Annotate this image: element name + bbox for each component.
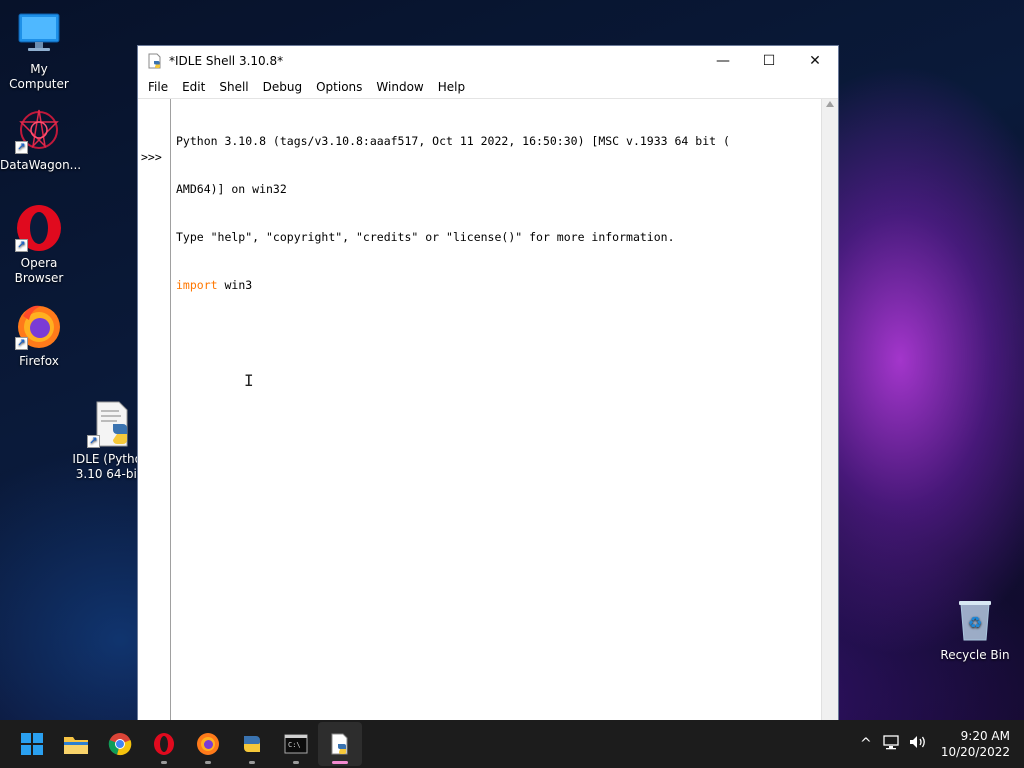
chrome-icon xyxy=(108,733,132,756)
monitor-icon xyxy=(15,10,63,58)
menu-shell[interactable]: Shell xyxy=(212,76,255,98)
volume-icon[interactable] xyxy=(905,734,931,754)
idle-app-icon xyxy=(147,53,163,69)
show-hidden-icons-chevron-icon[interactable]: ^ xyxy=(853,736,879,752)
shortcut-arrow-icon: ↗ xyxy=(15,337,28,350)
firefox-icon: ↗ xyxy=(15,302,63,350)
python-file-icon: ↗ xyxy=(87,400,135,448)
menu-window[interactable]: Window xyxy=(369,76,430,98)
desktop-icon-label: DataWagon... xyxy=(0,158,82,172)
desktop-icon-firefox[interactable]: ↗ Firefox xyxy=(0,302,78,369)
running-indicator xyxy=(249,761,255,764)
close-button[interactable]: ✕ xyxy=(792,46,838,76)
taskbar-terminal[interactable]: C:\ xyxy=(274,722,318,766)
desktop-icon-my-computer[interactable]: My Computer xyxy=(0,10,78,92)
opera-icon xyxy=(154,733,174,755)
recycle-bin-icon: ♻ xyxy=(951,596,999,644)
datawagon-logo-icon: ↗ xyxy=(15,106,63,154)
text-cursor-icon: I xyxy=(244,371,254,390)
shortcut-arrow-icon: ↗ xyxy=(15,141,28,154)
running-indicator xyxy=(161,761,167,764)
banner-line: Python 3.10.8 (tags/v3.10.8:aaaf517, Oct… xyxy=(176,134,730,148)
taskbar-opera[interactable] xyxy=(142,722,186,766)
input-text: win3 xyxy=(217,278,253,292)
shortcut-arrow-icon: ↗ xyxy=(87,435,100,448)
idle-app-icon xyxy=(331,733,348,755)
input-line[interactable]: import win3 xyxy=(176,277,816,293)
keyword-import: import xyxy=(176,278,218,292)
clock[interactable]: 9:20 AM 10/20/2022 xyxy=(941,728,1010,760)
folder-icon xyxy=(64,737,88,754)
menu-file[interactable]: File xyxy=(141,76,175,98)
taskbar-file-explorer[interactable] xyxy=(54,722,98,766)
maximize-button[interactable]: ☐ xyxy=(746,46,792,76)
banner-line: Type "help", "copyright", "credits" or "… xyxy=(176,230,675,244)
active-indicator xyxy=(332,761,348,764)
menu-help[interactable]: Help xyxy=(431,76,472,98)
shell-editor[interactable]: >>> Python 3.10.8 (tags/v3.10.8:aaaf517,… xyxy=(138,98,838,720)
menu-bar: File Edit Shell Debug Options Window Hel… xyxy=(138,76,838,98)
windows-logo-icon xyxy=(21,733,43,755)
taskbar-python[interactable] xyxy=(230,722,274,766)
shell-prompt: >>> xyxy=(141,150,162,164)
vertical-scrollbar[interactable] xyxy=(821,99,838,720)
running-indicator xyxy=(293,761,299,764)
clock-time: 9:20 AM xyxy=(960,729,1010,743)
start-button[interactable] xyxy=(10,722,54,766)
taskbar-firefox[interactable] xyxy=(186,722,230,766)
terminal-icon: C:\ xyxy=(284,734,308,754)
title-bar[interactable]: *IDLE Shell 3.10.8* — ☐ ✕ xyxy=(138,46,838,76)
svg-text:♻: ♻ xyxy=(968,613,982,632)
idle-shell-window[interactable]: *IDLE Shell 3.10.8* — ☐ ✕ File Edit Shel… xyxy=(137,45,839,721)
system-tray: ^ 9:20 AM 10/20/2022 xyxy=(853,728,1024,760)
desktop-icon-label: My Computer xyxy=(9,62,69,91)
network-icon[interactable] xyxy=(879,734,905,754)
clock-date: 10/20/2022 xyxy=(940,745,1010,759)
banner-line: AMD64)] on win32 xyxy=(176,182,287,196)
minimize-button[interactable]: — xyxy=(700,46,746,76)
menu-debug[interactable]: Debug xyxy=(256,76,309,98)
taskbar-chrome[interactable] xyxy=(98,722,142,766)
python-icon xyxy=(244,736,260,752)
firefox-icon xyxy=(197,733,219,755)
desktop-icon-opera[interactable]: ↗ Opera Browser xyxy=(0,204,78,286)
taskbar: C:\ ^ 9:20 AM 10/20/2022 xyxy=(0,720,1024,768)
scroll-up-arrow-icon[interactable] xyxy=(826,101,834,107)
running-indicator xyxy=(205,761,211,764)
desktop-icon-datawagon[interactable]: ↗ DataWagon... xyxy=(0,106,82,173)
desktop-icon-recycle-bin[interactable]: ♻ Recycle Bin xyxy=(936,596,1014,663)
desktop-icon-label: Recycle Bin xyxy=(940,648,1010,662)
shell-text-area[interactable]: Python 3.10.8 (tags/v3.10.8:aaaf517, Oct… xyxy=(171,99,821,720)
svg-text:C:\: C:\ xyxy=(288,741,301,749)
shortcut-arrow-icon: ↗ xyxy=(15,239,28,252)
desktop-icon-label: Opera Browser xyxy=(14,256,64,285)
taskbar-idle[interactable] xyxy=(318,722,362,766)
menu-edit[interactable]: Edit xyxy=(175,76,212,98)
opera-icon: ↗ xyxy=(15,204,63,252)
window-title: *IDLE Shell 3.10.8* xyxy=(169,54,284,68)
prompt-gutter: >>> xyxy=(138,99,171,720)
desktop-icon-label: Firefox xyxy=(19,354,59,368)
menu-options[interactable]: Options xyxy=(309,76,369,98)
